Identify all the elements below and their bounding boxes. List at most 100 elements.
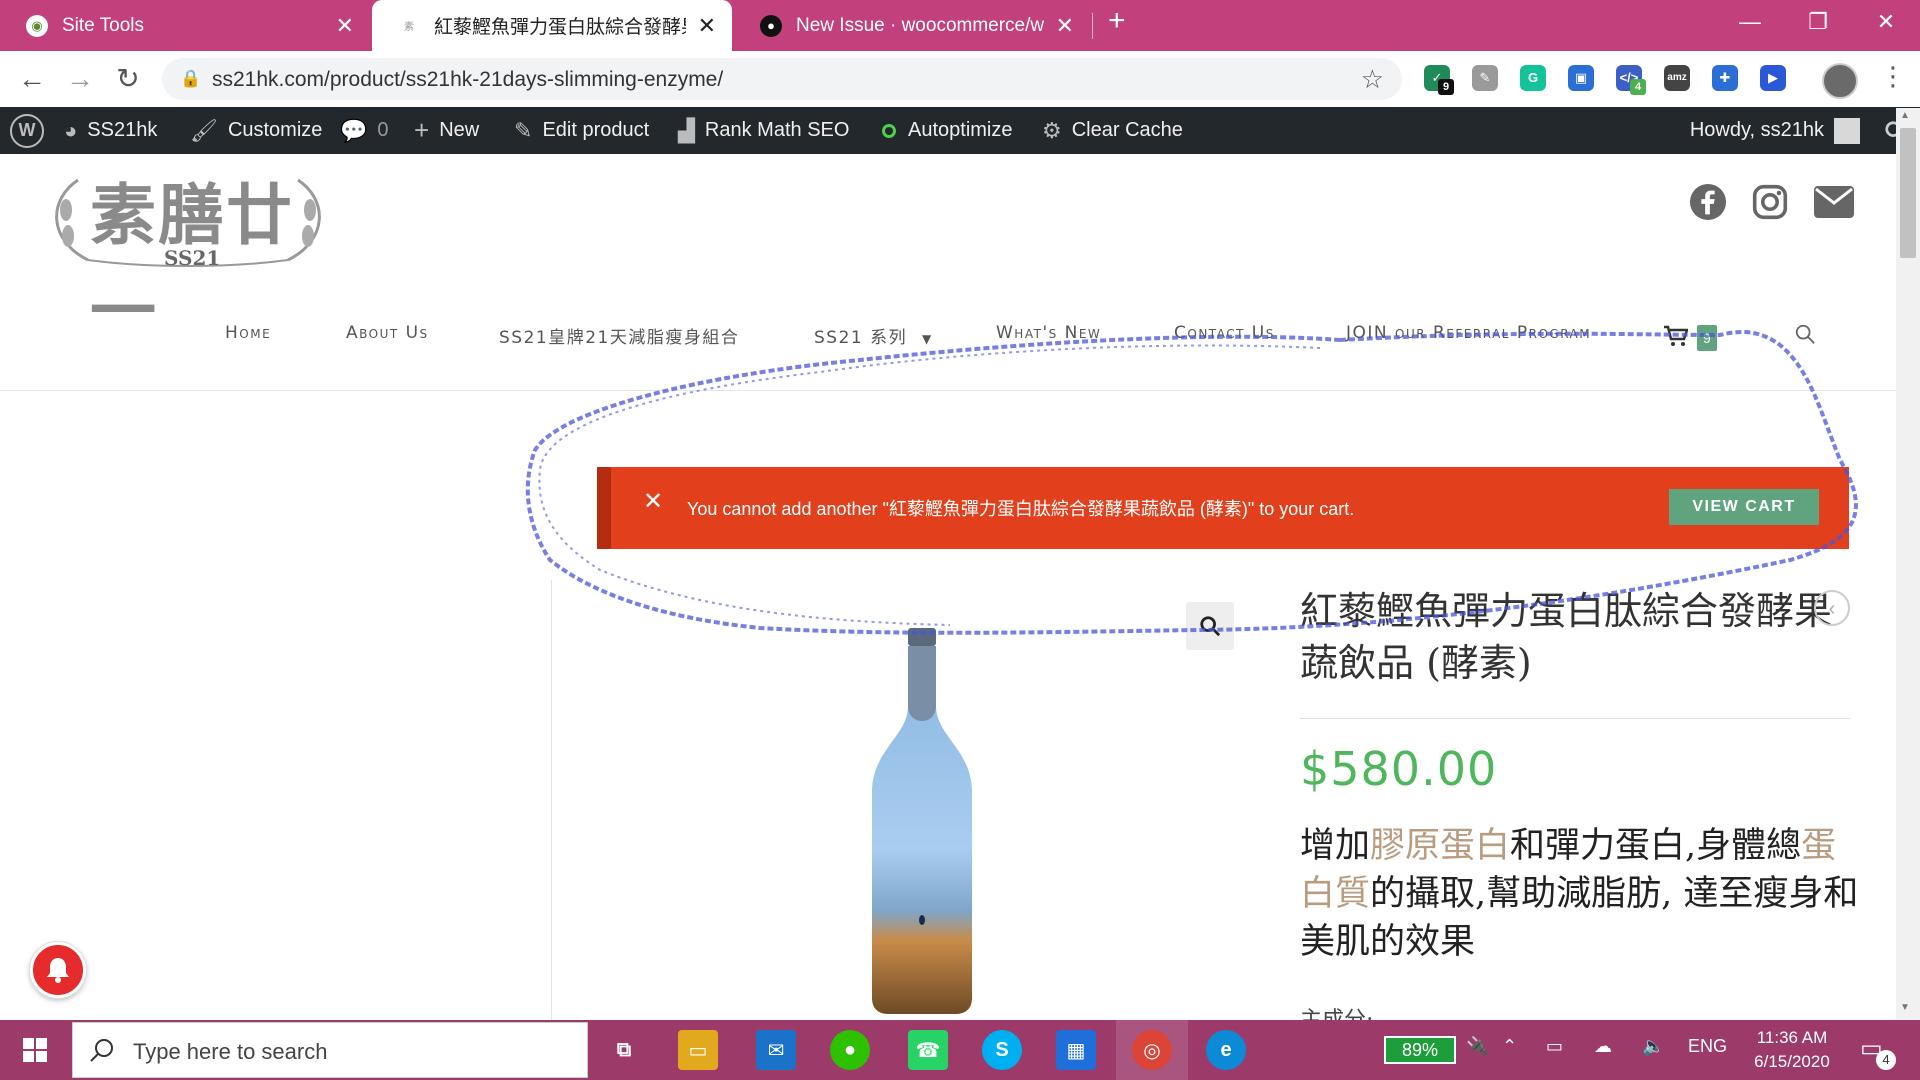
email-envelope-icon[interactable] [1812, 182, 1856, 222]
admin-autoptimize[interactable]: Autoptimize [882, 107, 1013, 154]
pencil-icon: ✎ [514, 117, 533, 143]
calendar-icon[interactable]: ▦ [1056, 1030, 1096, 1070]
site-logo[interactable]: 素膳廿一 SS21 [48, 160, 328, 350]
language-indicator[interactable]: ENG [1688, 1036, 1727, 1057]
tab-github-issue[interactable]: ● New Issue · woocommerce/woocommerce ✕ [734, 0, 1090, 51]
tab-title: New Issue · woocommerce/woocommerce [796, 14, 1044, 36]
system-clock[interactable]: 11:36 AM 6/15/2020 [1742, 1026, 1842, 1074]
edge-icon[interactable]: e [1206, 1030, 1246, 1070]
chrome-icon[interactable]: ◎ [1132, 1030, 1172, 1070]
windows-start-icon[interactable] [0, 1020, 70, 1080]
address-bar[interactable]: 🔒 ss21hk.com/product/ss21hk-21days-slimm… [162, 58, 1402, 100]
code-extension-icon[interactable]: </> 4 [1616, 65, 1646, 95]
cart-icon[interactable] [1664, 325, 1689, 352]
search-icon[interactable] [1794, 323, 1816, 350]
browser-tab-strip: ◉ Site Tools ✕ 素 紅藜鰹魚彈力蛋白肽綜合發酵果蔬飲品 (酵素) … [0, 0, 1920, 51]
minimize-icon[interactable]: — [1716, 0, 1784, 44]
action-center-icon[interactable]: ▭ 4 [1860, 1034, 1896, 1070]
taskbar-search-box[interactable]: Type here to search [72, 1022, 588, 1078]
desc-link-collagen[interactable]: 膠原蛋白 [1370, 826, 1510, 866]
close-tab-icon[interactable]: ✕ [698, 13, 716, 39]
scroll-down-arrow-icon[interactable]: ▼ [1900, 1002, 1910, 1013]
power-plug-icon[interactable]: 🔌 [1466, 1036, 1488, 1057]
forward-arrow-icon[interactable]: → [62, 60, 98, 98]
mail-icon[interactable]: ✉ [756, 1030, 796, 1070]
amz-extension-icon[interactable]: amz [1664, 65, 1690, 91]
site-name-label: SS21hk [87, 119, 158, 141]
chevron-up-icon[interactable]: ⌃ [1502, 1036, 1517, 1057]
grammarly-extension-icon[interactable]: G [1520, 65, 1546, 91]
scrollbar-thumb[interactable] [1900, 128, 1916, 258]
product-short-description: 增加膠原蛋白和彈力蛋白,身體總蛋白質的攝取,幫助減脂肪, 達至瘦身和美肌的效果 [1300, 822, 1860, 966]
admin-site-name[interactable]: ◕ SS21hk [64, 107, 157, 154]
lock-icon[interactable]: 🔒 [180, 69, 201, 89]
translate-extension-icon[interactable]: ▣ [1568, 65, 1594, 91]
chevron-down-icon: ▼ [922, 332, 933, 346]
restore-icon[interactable]: ❐ [1784, 0, 1852, 44]
kebab-menu-icon[interactable]: ⋮ [1880, 61, 1906, 92]
profile-avatar[interactable] [1822, 63, 1858, 99]
tablet-icon[interactable]: ▭ [1546, 1036, 1563, 1057]
previous-product-chevron-icon[interactable]: ‹ [1814, 590, 1850, 626]
bookmark-star-icon[interactable]: ☆ [1361, 64, 1384, 95]
search-placeholder: Type here to search [133, 1039, 328, 1064]
admin-customize[interactable]: 🖌 Customize [190, 107, 322, 154]
image-zoom-button[interactable] [1186, 602, 1234, 650]
tab-site-tools[interactable]: ◉ Site Tools ✕ [0, 0, 370, 51]
ss21-favicon-icon: 素 [398, 14, 420, 37]
wechat-icon[interactable]: ● [830, 1030, 870, 1070]
howdy-label: Howdy, ss21hk [1689, 119, 1824, 141]
plus-extension-icon[interactable]: ✚ [1712, 65, 1738, 91]
menu-about-us[interactable]: About Us [346, 323, 429, 343]
notes-extension-icon[interactable]: ✎ [1472, 65, 1498, 91]
new-tab-plus-icon[interactable]: + [1108, 4, 1126, 38]
new-label: New [439, 119, 480, 141]
volume-icon[interactable]: 🔈 [1642, 1036, 1664, 1057]
admin-new[interactable]: + New [414, 107, 479, 154]
autoptimize-label: Autoptimize [908, 119, 1013, 141]
admin-clear-cache[interactable]: ⚙ Clear Cache [1042, 107, 1183, 154]
edit-product-label: Edit product [542, 119, 650, 141]
clear-cache-label: Clear Cache [1071, 119, 1183, 141]
skype-icon[interactable]: S [982, 1030, 1022, 1070]
admin-rank-math[interactable]: ▟ Rank Math SEO [678, 107, 849, 154]
shield-extension-icon[interactable]: ✓ 9 [1424, 65, 1454, 95]
menu-series[interactable]: SS21 系列 ▼ [814, 323, 933, 348]
product-image[interactable] [868, 628, 976, 1014]
wordpress-logo-icon[interactable]: W [10, 107, 44, 154]
tab-title: 紅藜鰹魚彈力蛋白肽綜合發酵果蔬飲品 (酵素) [434, 17, 686, 38]
admin-howdy-account[interactable]: Howdy, ss21hk [1690, 107, 1860, 154]
battery-indicator[interactable]: 89% [1384, 1036, 1456, 1064]
notification-bell-button[interactable] [30, 942, 86, 998]
arrow-extension-icon[interactable]: ▶ [1760, 65, 1786, 91]
admin-comments[interactable]: 💬 0 [340, 107, 389, 154]
menu-whats-new[interactable]: What's New [996, 323, 1101, 343]
cloud-icon[interactable]: ☁ [1594, 1036, 1612, 1057]
close-tab-icon[interactable]: ✕ [1056, 13, 1074, 39]
menu-referral[interactable]: JOIN our Referral Program [1346, 323, 1591, 343]
user-avatar [1834, 117, 1860, 144]
scroll-up-arrow-icon[interactable]: ▲ [1900, 110, 1910, 121]
task-view-icon[interactable]: ⧉ [604, 1030, 644, 1070]
tab-product[interactable]: 素 紅藜鰹魚彈力蛋白肽綜合發酵果蔬飲品 (酵素) ✕ [372, 0, 732, 51]
menu-contact-us[interactable]: Contact Us [1174, 323, 1275, 343]
close-tab-icon[interactable]: ✕ [336, 13, 354, 39]
admin-edit-product[interactable]: ✎ Edit product [514, 107, 649, 154]
cart-count-badge[interactable]: 9 [1697, 325, 1717, 351]
view-cart-button[interactable]: VIEW CART [1669, 489, 1819, 525]
close-window-icon[interactable]: ✕ [1852, 0, 1920, 44]
comment-count: 0 [377, 119, 389, 141]
back-arrow-icon[interactable]: ← [14, 60, 50, 98]
url-text[interactable]: ss21hk.com/product/ss21hk-21days-slimmin… [212, 68, 723, 92]
whatsapp-icon[interactable]: ☎ [908, 1030, 948, 1070]
instagram-icon[interactable] [1750, 182, 1790, 222]
reload-icon[interactable]: ↻ [110, 60, 146, 98]
facebook-icon[interactable] [1688, 182, 1728, 222]
file-explorer-icon[interactable]: ▭ [678, 1030, 718, 1070]
clock-date: 6/15/2020 [1754, 1052, 1830, 1071]
menu-combo[interactable]: SS21皇牌21天減脂瘦身組合 [499, 323, 739, 348]
site-tools-favicon-icon: ◉ [26, 14, 48, 37]
cache-gear-icon: ⚙ [1042, 117, 1062, 143]
menu-home[interactable]: Home [225, 323, 271, 343]
customize-label: Customize [227, 119, 323, 141]
